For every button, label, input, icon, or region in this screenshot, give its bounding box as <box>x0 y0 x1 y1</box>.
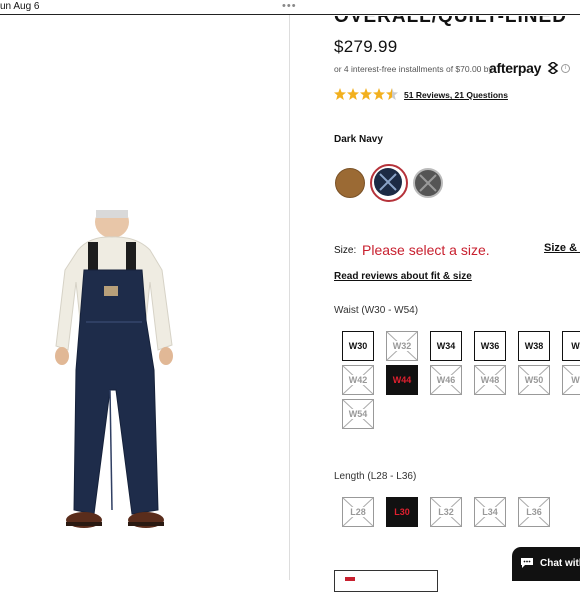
chat-button[interactable]: Chat with <box>512 547 580 581</box>
size-option-label: W44 <box>392 375 412 385</box>
size-option-w50[interactable]: W50 <box>518 365 550 395</box>
size-option-label: W48 <box>479 375 501 385</box>
size-option-label: W50 <box>523 375 545 385</box>
product-price: $279.99 <box>334 37 398 56</box>
size-option-label: W42 <box>347 375 369 385</box>
swatch-pattern-icon <box>419 174 437 192</box>
size-option-label: W4 <box>571 341 580 351</box>
star-icon <box>360 88 372 100</box>
size-option-w54[interactable]: W54 <box>342 399 374 429</box>
size-option-label: W54 <box>347 409 369 419</box>
size-option-w38[interactable]: W38 <box>518 331 550 361</box>
size-option-w34[interactable]: W34 <box>430 331 462 361</box>
size-option-label: W30 <box>348 341 368 351</box>
info-icon[interactable]: i <box>561 64 570 73</box>
size-option-label: L28 <box>349 507 367 517</box>
size-option-w42[interactable]: W42 <box>342 365 374 395</box>
size-option-w36[interactable]: W36 <box>474 331 506 361</box>
status-bar: un Aug 6 ••• <box>0 0 580 15</box>
size-option-w32[interactable]: W32 <box>386 331 418 361</box>
swatch-gray[interactable] <box>413 168 443 198</box>
column-divider <box>289 15 290 580</box>
size-option-l32[interactable]: L32 <box>430 497 462 527</box>
size-option-l36[interactable]: L36 <box>518 497 550 527</box>
fit-reviews-link[interactable]: Read reviews about fit & size <box>334 271 472 282</box>
size-option-label: L30 <box>394 507 410 517</box>
top-divider <box>0 14 580 15</box>
size-error-message: Please select a size. <box>362 242 490 258</box>
size-option-w5[interactable]: W5 <box>562 365 580 395</box>
star-icon <box>347 88 359 100</box>
swatch-dark-navy[interactable] <box>374 168 402 196</box>
product-image[interactable] <box>50 206 190 545</box>
size-option-w48[interactable]: W48 <box>474 365 506 395</box>
chat-icon <box>521 558 533 568</box>
overalls-illustration <box>55 206 173 528</box>
size-option-label: W38 <box>524 341 544 351</box>
star-icon <box>373 88 385 100</box>
size-option-label: W32 <box>391 341 413 351</box>
size-option-w44[interactable]: W44 <box>386 365 418 395</box>
star-icon <box>334 88 346 100</box>
selected-color-name: Dark Navy <box>334 134 383 145</box>
size-option-w4[interactable]: W4 <box>562 331 580 361</box>
multitask-dots[interactable]: ••• <box>282 0 297 12</box>
afterpay-logo[interactable]: afterpay <box>489 60 541 76</box>
add-to-cart-button[interactable] <box>334 570 438 592</box>
installments-text: or 4 interest-free installments of $70.0… <box>334 64 493 74</box>
size-option-label: W5 <box>570 375 580 385</box>
size-option-label: L36 <box>525 507 543 517</box>
size-option-l28[interactable]: L28 <box>342 497 374 527</box>
length-label: Length (L28 - L36) <box>334 471 417 482</box>
size-guide-link[interactable]: Size & F <box>544 242 580 254</box>
afterpay-arrow-icon <box>547 62 559 74</box>
rating-stars[interactable] <box>334 87 398 101</box>
size-option-label: W46 <box>435 375 457 385</box>
waist-label: Waist (W30 - W54) <box>334 305 419 316</box>
size-option-label: W34 <box>436 341 456 351</box>
star-icon <box>386 88 398 100</box>
status-time: un Aug 6 <box>0 1 40 12</box>
size-option-w30[interactable]: W30 <box>342 331 374 361</box>
size-option-label: L34 <box>481 507 499 517</box>
size-option-label: W36 <box>480 341 500 351</box>
swatch-brown[interactable] <box>335 168 365 198</box>
chat-label: Chat with <box>540 558 580 569</box>
size-option-w46[interactable]: W46 <box>430 365 462 395</box>
size-option-l34[interactable]: L34 <box>474 497 506 527</box>
swatch-pattern-icon <box>379 173 397 191</box>
size-label: Size: <box>334 245 357 256</box>
size-option-label: L32 <box>437 507 455 517</box>
button-mark <box>345 577 355 581</box>
reviews-link[interactable]: 51 Reviews, 21 Questions <box>404 90 508 100</box>
size-option-l30[interactable]: L30 <box>386 497 418 527</box>
